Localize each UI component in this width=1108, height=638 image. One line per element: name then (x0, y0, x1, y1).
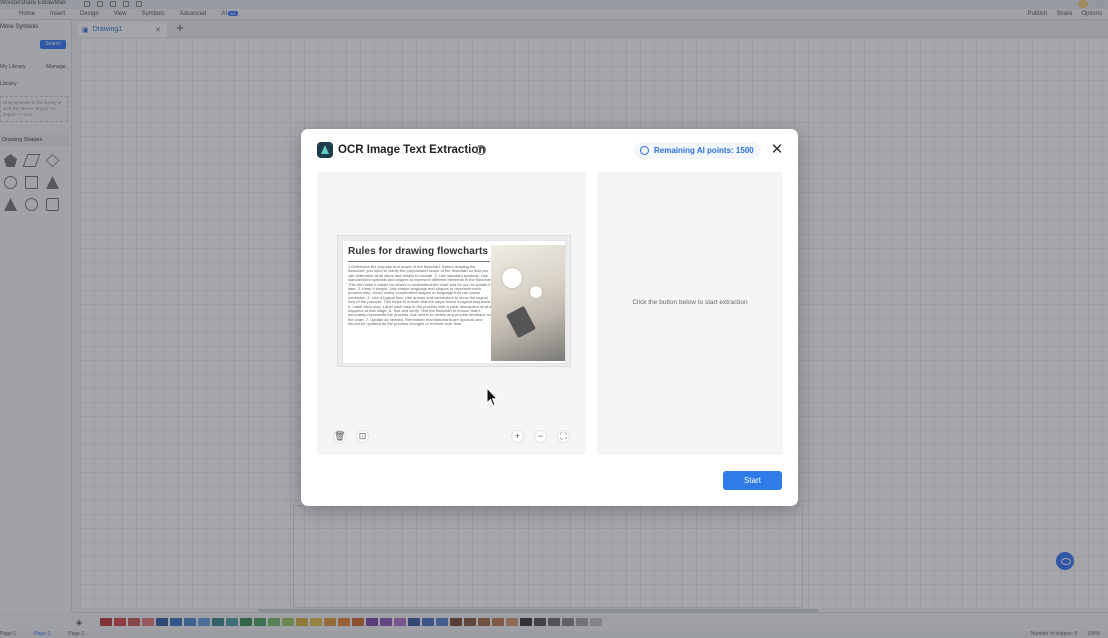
image-preview-pane: Rules for drawing flowcharts 1.Determine… (317, 172, 586, 455)
ai-points-badge: Remaining AI points: 1500 (634, 142, 761, 159)
extraction-hint: Click the button below to start extracti… (632, 299, 748, 306)
fit-screen-icon[interactable]: ⛶ (557, 430, 570, 443)
ai-points-icon (640, 146, 649, 155)
extraction-result-pane: Click the button below to start extracti… (597, 172, 783, 455)
delete-icon[interactable]: 🗑 (333, 430, 346, 443)
ocr-dialog: OCR Image Text Extraction ? Remaining AI… (301, 129, 798, 506)
ai-points-label: Remaining AI points: 1500 (654, 146, 754, 155)
uploaded-image: Rules for drawing flowcharts 1.Determine… (337, 235, 571, 367)
close-icon[interactable]: ✕ (770, 142, 784, 157)
image-heading: Rules for drawing flowcharts (348, 246, 489, 257)
app-logo-icon (317, 142, 333, 158)
help-icon[interactable]: ? (476, 145, 486, 155)
image-body-text: 1.Determine the purpose and scope of the… (348, 265, 493, 327)
heading-divider (348, 261, 490, 262)
zoom-in-icon[interactable]: + (511, 430, 524, 443)
dialog-title: OCR Image Text Extraction (338, 144, 486, 156)
tea-photo (491, 245, 565, 361)
start-button[interactable]: Start (723, 471, 782, 490)
replace-image-icon[interactable]: ⊡ (356, 430, 369, 443)
saucer-shape (529, 285, 543, 299)
image-content: Rules for drawing flowcharts 1.Determine… (342, 240, 566, 364)
teacup-shape (501, 267, 523, 289)
zoom-out-icon[interactable]: − (534, 430, 547, 443)
phone-shape (506, 305, 536, 339)
